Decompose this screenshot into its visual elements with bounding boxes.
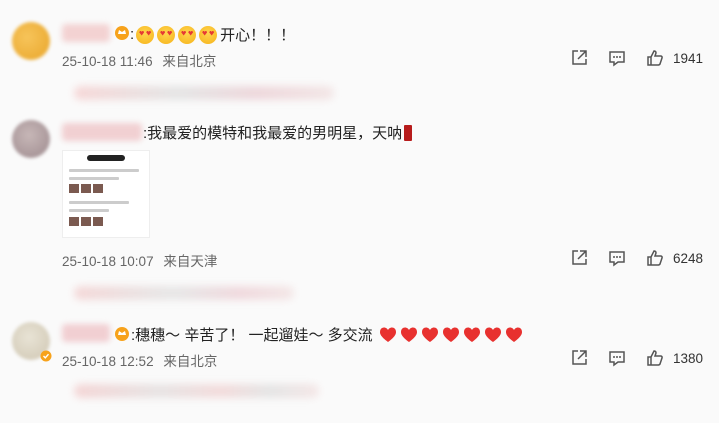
- heart-emoji-icon: [379, 327, 396, 342]
- vip-badge-icon: [115, 327, 129, 341]
- share-button[interactable]: [569, 348, 589, 368]
- reply-button[interactable]: [607, 48, 627, 68]
- comment-text-body: :穗穗～ 辛苦了！ 一起遛娃～ 多交流: [131, 327, 373, 344]
- comment-item: : 开心！！！ 25-10-18 11:46 来自北京 1941: [0, 0, 719, 110]
- username[interactable]: [62, 324, 110, 342]
- username[interactable]: [62, 123, 142, 141]
- comment-text: :我最爱的模特和我最爱的男明星，天呐: [143, 122, 413, 143]
- like-button[interactable]: 1380: [645, 348, 703, 368]
- reply-button[interactable]: [607, 348, 627, 368]
- heart-emoji-icon: [463, 327, 480, 342]
- heart-emoji-group: [379, 326, 526, 344]
- like-count: 6248: [672, 250, 703, 266]
- heart-emoji-icon: [505, 327, 522, 342]
- blurred-reply: [74, 286, 294, 300]
- like-button[interactable]: 6248: [645, 248, 703, 268]
- comment-text-body: :我最爱的模特和我最爱的男明星，天呐: [143, 125, 403, 142]
- heart-eyes-emoji-icon: [136, 25, 155, 44]
- username[interactable]: [62, 24, 110, 42]
- like-count: 1380: [672, 350, 703, 366]
- comment-meta: 25-10-18 10:07 来自天津: [62, 250, 217, 270]
- comment-location: 来自北京: [162, 54, 217, 69]
- like-icon: [647, 50, 663, 66]
- heart-eyes-emoji-icon: [178, 25, 197, 44]
- comment-text-tail: 开心！！！: [220, 27, 296, 44]
- comment-time: 25-10-18 12:52: [62, 354, 154, 369]
- like-count: 1941: [672, 50, 703, 66]
- avatar[interactable]: [12, 22, 50, 60]
- heart-emoji-icon: [421, 327, 438, 342]
- comment-icon: [609, 251, 625, 267]
- exclamation-emoji-icon: [404, 124, 413, 141]
- comment-item: :穗穗～ 辛苦了！ 一起遛娃～ 多交流 25-10-18 12:52 来自北京: [0, 310, 719, 423]
- verified-badge-icon: [40, 350, 52, 362]
- comment-meta: 25-10-18 12:52 来自北京: [62, 350, 217, 370]
- comment-icon: [609, 51, 625, 67]
- share-icon: [572, 250, 587, 265]
- blurred-reply: [74, 384, 319, 398]
- comment-item: :我最爱的模特和我最爱的男明星，天呐 25-10-18 10:07 来自天津 6…: [0, 110, 719, 310]
- comment-meta: 25-10-18 11:46 来自北京: [62, 50, 216, 70]
- comment-text-prefix: :: [130, 26, 135, 43]
- comment-image[interactable]: [62, 150, 150, 238]
- heart-eyes-emoji-icon: [199, 25, 218, 44]
- comment-icon: [609, 351, 625, 367]
- comment-time: 25-10-18 10:07: [62, 254, 154, 269]
- share-icon: [572, 350, 587, 365]
- avatar[interactable]: [12, 120, 50, 158]
- heart-emoji-icon: [484, 327, 501, 342]
- heart-eyes-emoji-icon: [157, 25, 176, 44]
- blurred-reply: [74, 86, 334, 100]
- comment-time: 25-10-18 11:46: [62, 54, 153, 69]
- comment-location: 来自北京: [163, 354, 218, 369]
- like-button[interactable]: 1941: [645, 48, 703, 68]
- reply-button[interactable]: [607, 248, 627, 268]
- share-button[interactable]: [569, 248, 589, 268]
- heart-emoji-icon: [442, 327, 459, 342]
- vip-badge-icon: [115, 26, 129, 40]
- comment-text: :穗穗～ 辛苦了！ 一起遛娃～ 多交流: [131, 324, 526, 345]
- like-icon: [647, 250, 663, 266]
- heart-emoji-icon: [400, 327, 417, 342]
- comment-text: : 开心！！！: [130, 24, 295, 45]
- like-icon: [647, 350, 663, 366]
- share-button[interactable]: [569, 48, 589, 68]
- comment-location: 来自天津: [163, 254, 218, 269]
- share-icon: [572, 50, 587, 65]
- comment-actions: 1941: [551, 48, 703, 68]
- comment-actions: 1380: [551, 348, 703, 368]
- comment-actions: 6248: [551, 248, 703, 268]
